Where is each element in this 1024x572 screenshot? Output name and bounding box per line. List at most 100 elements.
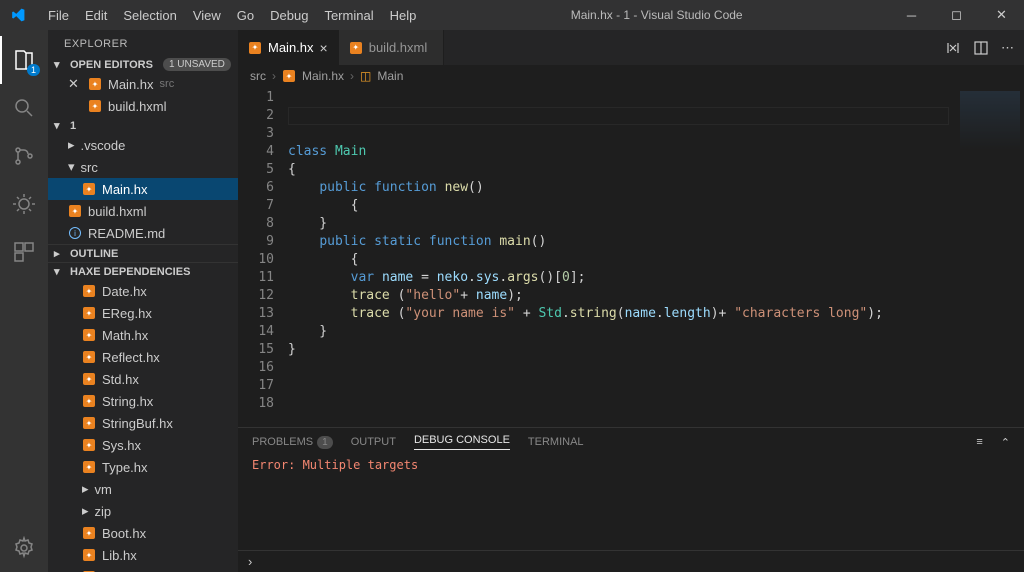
haxe-file-icon [69,205,81,217]
tree-item-label: StringBuf.hx [102,416,173,431]
vscode-logo [10,7,26,23]
panel-filter-icon[interactable]: ≡ [976,436,982,448]
chevron-down-icon: ▾ [54,119,66,132]
panel-tab-terminal[interactable]: TERMINAL [528,436,584,448]
menu-go[interactable]: Go [229,2,262,29]
window-title: Main.hx - 1 - Visual Studio Code [424,8,889,22]
tab-label: build.hxml [369,40,428,55]
unsaved-badge: 1 UNSAVED [163,58,231,71]
chevron-right-icon: ▸ [68,137,75,153]
breadcrumb-folder[interactable]: src [250,69,266,83]
menu-selection[interactable]: Selection [115,2,184,29]
minimize-button[interactable]: ─ [889,0,934,30]
chevron-down-icon: ▾ [68,159,75,175]
file-item[interactable]: String.hx [48,390,238,412]
close-tab-icon[interactable]: × [320,40,328,56]
tree-item-label: Std.hx [102,372,139,387]
panel-tab-problems[interactable]: PROBLEMS1 [252,436,333,448]
chevron-right-icon: ▸ [82,503,89,519]
file-item[interactable]: Lib.hx [48,544,238,566]
compare-changes-icon[interactable] [945,40,961,56]
editor-tab[interactable]: build.hxml [339,30,445,65]
haxe-dependencies-list: Date.hxEReg.hxMath.hxReflect.hx Std.hx Str… [48,280,238,572]
explorer-icon[interactable]: 1 [0,36,48,84]
explorer-badge: 1 [27,64,40,76]
file-item[interactable]: EReg.hx [48,302,238,324]
menu-help[interactable]: Help [382,2,425,29]
open-editor-item[interactable]: build.hxml [48,95,238,117]
tree-item-label: Main.hx [102,182,148,197]
breadcrumb-symbol[interactable]: Main [377,69,403,83]
settings-gear-icon[interactable] [0,524,48,572]
folder-header[interactable]: ▾ 1 [48,117,238,134]
menu-edit[interactable]: Edit [77,2,115,29]
file-item[interactable]: Boot.hx [48,522,238,544]
source-control-icon[interactable] [0,132,48,180]
panel-maximize-icon[interactable]: ⌃ [1001,436,1010,449]
breadcrumb-file[interactable]: Main.hx [302,69,344,83]
maximize-button[interactable]: ◻ [934,0,979,30]
file-item[interactable]: README.md [48,222,238,244]
file-item[interactable]: StringBuf.hx [48,412,238,434]
file-item[interactable]: Main.hx [48,178,238,200]
chevron-right-icon: › [350,69,354,83]
close-icon[interactable]: ✕ [68,76,82,92]
panel-tab-output[interactable]: OUTPUT [351,436,396,448]
haxe-file-icon [83,417,95,429]
code-editor[interactable]: 123456789101112131415161718 class Main{ … [238,87,1024,427]
editor-area: Main.hx × build.hxml ⋯ src › Main.hx › ◫ M… [238,30,1024,572]
code-content[interactable]: class Main{ public function new() { } pu… [288,87,1024,427]
folder-item[interactable]: ▸zip [48,500,238,522]
tree-item-label: String.hx [102,394,153,409]
file-path-hint: src [160,78,175,90]
tab-bar: Main.hx × build.hxml ⋯ [238,30,1024,65]
symbol-class-icon: ◫ [360,69,371,83]
haxe-file-icon [83,373,95,385]
editor-tab[interactable]: Main.hx × [238,30,339,65]
menubar: FileEditSelectionViewGoDebugTerminalHelp [34,2,424,29]
open-editor-item[interactable]: ✕Main.hxsrc [48,73,238,95]
tree-item-label: Boot.hx [102,526,146,541]
extensions-icon[interactable] [0,228,48,276]
haxe-file-icon [283,70,295,82]
file-item[interactable]: Reflect.hx [48,346,238,368]
folder-item[interactable]: ▾ src [48,156,238,178]
chevron-right-icon: › [272,69,276,83]
search-icon[interactable] [0,84,48,132]
menu-view[interactable]: View [185,2,229,29]
file-item[interactable]: Std.hx [48,368,238,390]
file-item[interactable]: Type.hx [48,456,238,478]
tree-item-label: README.md [88,226,165,241]
folder-item[interactable]: ▸ .vscode [48,134,238,156]
folder-item[interactable]: ▸vm [48,478,238,500]
open-editors-header[interactable]: ▾ OPEN EDITORS 1 UNSAVED [48,56,238,73]
breadcrumb[interactable]: src › Main.hx › ◫ Main [238,65,1024,87]
haxe-file-icon [83,439,95,451]
problems-count-badge: 1 [317,436,333,449]
haxe-dependencies-header[interactable]: ▾ HAXE DEPENDENCIES [48,262,238,280]
outline-header[interactable]: ▸ OUTLINE [48,244,238,262]
menu-terminal[interactable]: Terminal [316,2,381,29]
file-item[interactable]: build.hxml [48,200,238,222]
tab-label: Main.hx [268,40,314,55]
file-item[interactable]: Math.hx [48,324,238,346]
debug-input-bar[interactable]: › [238,550,1024,572]
split-editor-icon[interactable] [973,40,989,56]
chevron-right-icon: ▸ [54,247,66,260]
file-item[interactable]: Sys.hx [48,434,238,456]
tree-item-label: src [81,160,98,175]
tree-item-label: .vscode [81,138,126,153]
info-file-icon [69,227,81,239]
menu-file[interactable]: File [40,2,77,29]
panel-tab-debug-console[interactable]: DEBUG CONSOLE [414,434,510,450]
activity-bar: 1 [0,30,48,572]
menu-debug[interactable]: Debug [262,2,316,29]
haxe-file-icon [89,100,101,112]
minimap[interactable] [954,87,1024,427]
file-item[interactable]: NativeArray.hx [48,566,238,572]
debug-console-output[interactable]: Error: Multiple targets [238,456,1024,550]
file-item[interactable]: Date.hx [48,280,238,302]
debug-icon[interactable] [0,180,48,228]
more-actions-icon[interactable]: ⋯ [1001,40,1014,56]
close-button[interactable]: ✕ [979,0,1024,30]
